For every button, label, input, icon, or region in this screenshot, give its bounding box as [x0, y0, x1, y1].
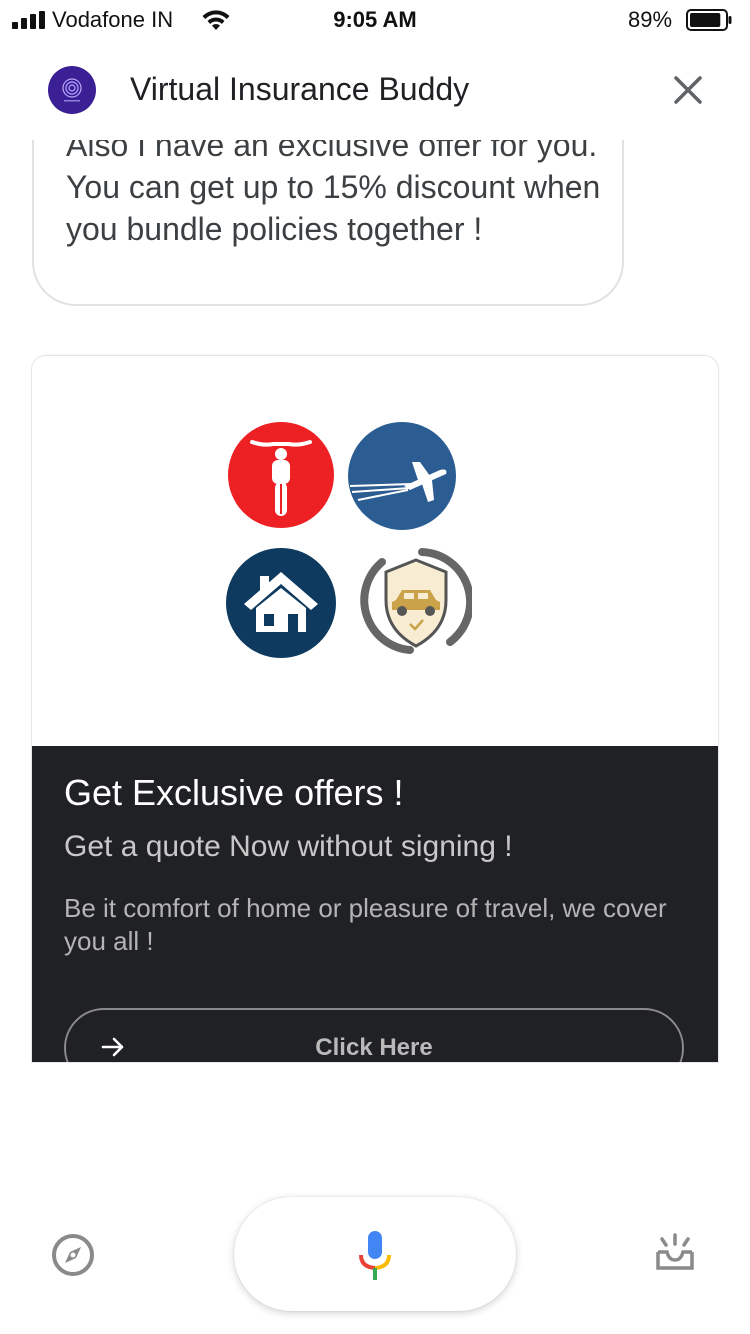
- car-shield-icon: [360, 548, 472, 654]
- bot-avatar: [48, 66, 96, 114]
- fingerprint-icon: [62, 78, 82, 102]
- home-icon: [226, 548, 336, 658]
- motorcycle-icon: [228, 422, 334, 528]
- microphone-icon: [359, 1231, 391, 1280]
- compass-icon[interactable]: [50, 1232, 96, 1278]
- inbox-tray-icon[interactable]: [652, 1232, 698, 1272]
- page-title: Virtual Insurance Buddy: [130, 71, 470, 107]
- voice-input-button[interactable]: [234, 1197, 516, 1311]
- bot-message-text: Also I have an exclusive offer for you. …: [66, 127, 601, 247]
- status-bar: Vodafone IN 9:05 AM 89%: [0, 0, 750, 40]
- card-body: Get Exclusive offers ! Get a quote Now w…: [32, 746, 718, 1062]
- card-subtitle: Get a quote Now without signing !: [64, 830, 513, 863]
- airplane-icon: [348, 422, 456, 530]
- chat-header: Virtual Insurance Buddy: [0, 40, 750, 140]
- card-description: Be it comfort of home or pleasure of tra…: [64, 893, 667, 956]
- battery-icon: [686, 9, 732, 31]
- card-title: Get Exclusive offers !: [64, 772, 404, 813]
- offer-card[interactable]: Get Exclusive offers ! Get a quote Now w…: [32, 356, 718, 1062]
- card-image: [32, 356, 718, 744]
- click-here-button[interactable]: Click Here: [64, 1008, 684, 1062]
- close-icon[interactable]: [668, 70, 708, 110]
- click-here-label: Click Here: [315, 1034, 433, 1061]
- battery-percent: 89%: [628, 7, 673, 32]
